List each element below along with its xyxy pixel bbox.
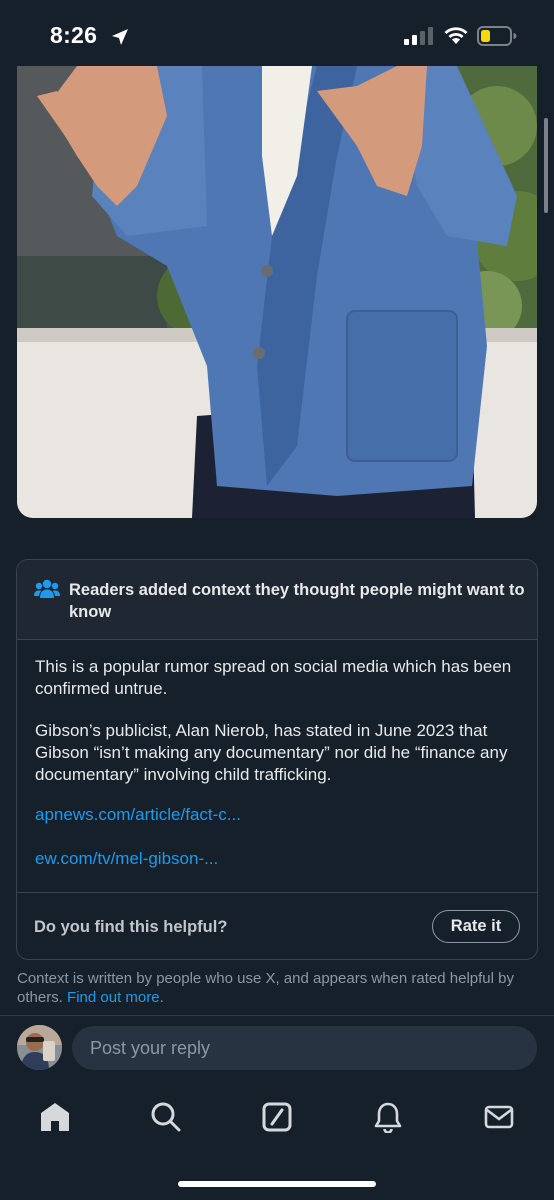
note-paragraph: Gibson’s publicist, Alan Nierob, has sta… [35, 721, 508, 784]
home-icon[interactable] [38, 1100, 72, 1134]
search-icon[interactable] [149, 1100, 183, 1134]
grok-icon[interactable] [260, 1100, 294, 1134]
source-link-apnews[interactable]: apnews.com/article/fact-c... [35, 805, 241, 825]
context-info-suffix: . [159, 989, 164, 1006]
community-note-footer: Do you find this helpful? Rate it [17, 892, 537, 959]
community-note-title: Readers added context they thought peopl… [69, 581, 525, 621]
helpful-question: Do you find this helpful? [34, 918, 228, 936]
messages-mail-icon[interactable] [482, 1100, 516, 1134]
find-out-more-link[interactable]: Find out more [67, 989, 160, 1006]
home-indicator[interactable] [178, 1181, 376, 1187]
scroll-indicator[interactable] [544, 118, 548, 213]
divider [0, 1015, 554, 1016]
rate-it-button[interactable]: Rate it [432, 910, 520, 943]
status-time: 8:26 [50, 22, 98, 48]
source-link-ew[interactable]: ew.com/tv/mel-gibson-... [35, 849, 218, 869]
community-note-header: Readers added context they thought peopl… [17, 560, 537, 640]
avatar[interactable] [17, 1025, 62, 1070]
cellular-signal-icon [404, 27, 433, 45]
post-photo[interactable] [17, 66, 537, 518]
note-paragraph: This is a popular rumor spread on social… [35, 657, 512, 698]
wifi-icon [444, 27, 468, 44]
notifications-bell-icon[interactable] [371, 1100, 405, 1134]
status-bar: 8:26 [0, 0, 554, 66]
location-arrow-icon [112, 29, 128, 45]
context-info: Context is written by people who use X, … [17, 969, 542, 1007]
reply-input[interactable] [72, 1026, 537, 1070]
battery-low-icon [477, 26, 517, 46]
community-note-body: This is a popular rumor spread on social… [35, 656, 527, 806]
community-note-card: Readers added context they thought peopl… [16, 559, 538, 960]
people-icon [34, 579, 60, 598]
